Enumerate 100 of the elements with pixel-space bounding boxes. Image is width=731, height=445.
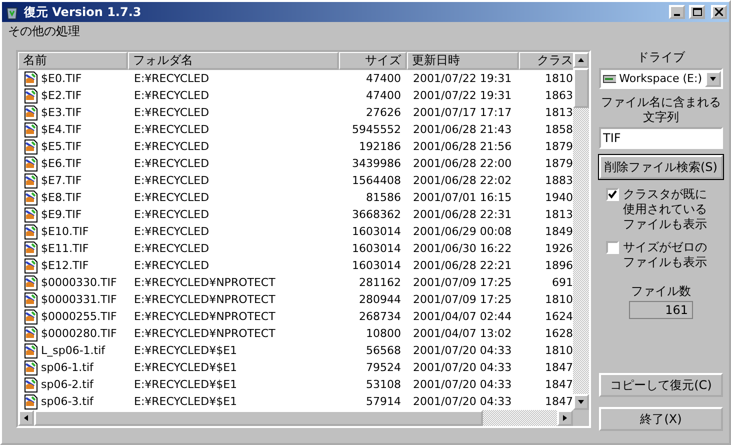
table-cell-text: 2001/06/30 16:22 xyxy=(412,241,513,257)
image-file-icon xyxy=(24,172,38,188)
table-cell-text: E:¥RECYCLED¥NPROTECT xyxy=(133,275,276,291)
scroll-right-button[interactable] xyxy=(557,410,573,426)
table-cell: $E3.TIF xyxy=(18,104,128,121)
table-cell-text: 1847 xyxy=(544,377,573,393)
table-cell: $E2.TIF xyxy=(18,87,128,104)
file-count: 161 xyxy=(629,301,693,319)
table-cell-text: 1926 xyxy=(544,241,573,257)
table-cell-text: 79524 xyxy=(365,360,402,376)
scroll-thumb[interactable] xyxy=(34,410,483,426)
table-cell-text: E:¥RECYCLED xyxy=(133,173,210,189)
image-file-icon xyxy=(24,138,38,154)
table-cell: sp06-1.tif xyxy=(18,359,128,376)
image-file-icon xyxy=(24,360,38,376)
table-cell: $E8.TIF xyxy=(18,189,128,206)
table-cell: $E5.TIF xyxy=(18,138,128,155)
image-file-icon xyxy=(24,224,38,240)
action-button[interactable]: 終了(X) xyxy=(599,407,723,431)
scrollbar-corner xyxy=(573,410,589,426)
checkbox[interactable] xyxy=(606,188,619,201)
drive-icon xyxy=(603,74,616,84)
table-cell-text: 1810 xyxy=(544,343,573,359)
image-file-icon xyxy=(24,326,38,342)
table-cell: $E12.TIF xyxy=(18,257,128,274)
table-cell: $E6.TIF xyxy=(18,155,128,172)
image-file-icon xyxy=(24,190,38,206)
table-cell-text: E:¥RECYCLED xyxy=(133,105,210,121)
image-file-icon xyxy=(24,376,38,392)
table-cell-text: 2001/07/09 17:25 xyxy=(412,292,513,308)
scroll-left-button[interactable] xyxy=(18,410,34,426)
image-file-icon xyxy=(24,240,38,256)
table-cell-text: 1847 xyxy=(544,394,573,410)
filter-field[interactable]: TIF xyxy=(599,127,723,149)
table-cell-text: E:¥RECYCLED¥$E1 xyxy=(133,377,238,393)
table-cell-text: E:¥RECYCLED xyxy=(133,241,210,257)
table-cell-text: 2001/07/20 04:33 xyxy=(412,360,513,376)
table-cell-text: 1849 xyxy=(544,224,573,240)
table-cell-text: 56568 xyxy=(365,343,402,359)
table-cell-text: E:¥RECYCLED xyxy=(133,156,210,172)
table-cell: $0000331.TIF xyxy=(18,291,128,308)
action-button[interactable]: コピーして復元(C) xyxy=(599,373,723,397)
table-cell-text: 47400 xyxy=(365,88,402,104)
dropdown-button[interactable] xyxy=(705,70,721,86)
column-header[interactable]: フォルダ名 xyxy=(128,52,339,70)
minimize-button[interactable] xyxy=(669,5,685,19)
table-cell-text: 1863 xyxy=(544,88,573,104)
table-cell: $E0.TIF xyxy=(18,70,128,87)
image-file-icon xyxy=(24,156,38,172)
horizontal-scrollbar[interactable] xyxy=(18,410,573,426)
table-cell: $E7.TIF xyxy=(18,172,128,189)
image-file-icon xyxy=(24,394,38,410)
table-cell: $E9.TIF xyxy=(18,206,128,223)
drive-label: ドライブ xyxy=(637,50,685,65)
column-header[interactable]: サイズ xyxy=(339,52,407,70)
scroll-up-button[interactable] xyxy=(573,52,589,68)
arrow-icon xyxy=(22,414,30,422)
table-cell-text: 2001/07/22 19:31 xyxy=(412,71,513,87)
column-header[interactable]: 更新日時 xyxy=(407,52,519,70)
table-cell-text: 2001/06/28 22:02 xyxy=(412,173,513,189)
table-cell-text: E:¥RECYCLED¥NPROTECT xyxy=(133,326,276,342)
maximize-icon xyxy=(692,8,702,16)
table-cell-text: 2001/07/20 04:33 xyxy=(412,394,513,410)
table-cell-text: E:¥RECYCLED¥$E1 xyxy=(133,394,238,410)
maximize-button[interactable] xyxy=(689,5,705,19)
close-button[interactable] xyxy=(711,5,727,19)
table-cell-text: 57914 xyxy=(365,394,402,410)
table-cell-text: 2001/06/29 00:08 xyxy=(412,224,513,240)
table-cell: sp06-3.tif xyxy=(18,393,128,410)
image-file-icon xyxy=(24,342,38,358)
window-title: 復元 Version 1.7.3 xyxy=(24,4,142,20)
table-cell-text: 1624 xyxy=(544,309,573,325)
table-cell-text: 1603014 xyxy=(351,224,402,240)
image-file-icon xyxy=(24,258,38,274)
column-header[interactable]: クラス xyxy=(519,52,573,70)
search-button[interactable]: 削除ファイル検索(S) xyxy=(599,155,723,179)
column-header[interactable]: 名前 xyxy=(18,52,128,70)
close-icon xyxy=(715,8,723,16)
table-cell-text: 1603014 xyxy=(351,241,402,257)
table-cell-text: 2001/04/07 13:02 xyxy=(412,326,513,342)
table-cell-text: 10800 xyxy=(365,326,402,342)
table-cell: $0000255.TIF xyxy=(18,308,128,325)
table-cell-text: 2001/06/28 22:21 xyxy=(412,258,513,274)
table-cell-text: 53108 xyxy=(365,377,402,393)
image-file-icon xyxy=(24,308,38,324)
table-cell-text: 2001/06/28 22:31 xyxy=(412,207,513,223)
table-cell: $0000280.TIF xyxy=(18,325,128,342)
table-cell-text: 691 xyxy=(551,275,573,291)
table-cell-text: 1628 xyxy=(544,326,573,342)
checkbox-label: クラスタが既に使用されているファイルも表示 xyxy=(623,187,708,232)
vertical-scrollbar[interactable] xyxy=(573,52,589,410)
table-cell-text: E:¥RECYCLED xyxy=(133,139,210,155)
checkbox[interactable] xyxy=(606,241,619,254)
scroll-down-button[interactable] xyxy=(573,394,589,410)
table-cell: $E10.TIF xyxy=(18,223,128,240)
scroll-thumb[interactable] xyxy=(573,68,589,108)
table-cell-text: 1879 xyxy=(544,156,573,172)
drive-dropdown[interactable]: Workspace (E:) xyxy=(599,68,723,89)
table-cell: $E11.TIF xyxy=(18,240,128,257)
menu-item[interactable]: その他の処理 xyxy=(6,22,82,40)
